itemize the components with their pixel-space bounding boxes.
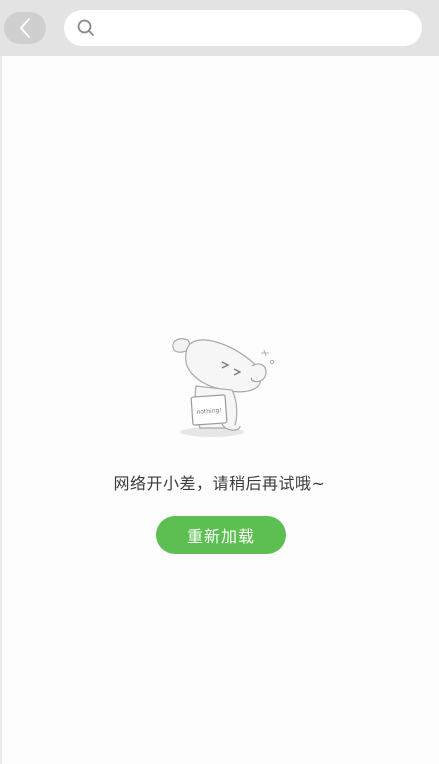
top-bar xyxy=(0,0,439,56)
back-button[interactable] xyxy=(4,12,46,44)
network-error-message: 网络开小差，请稍后再试哦~ xyxy=(113,474,326,493)
left-edge-divider xyxy=(0,56,2,764)
search-input[interactable] xyxy=(104,10,408,48)
page: nothing! 网络开小差，请稍后再试哦~ 重新加载 xyxy=(0,0,439,764)
chevron-left-icon xyxy=(20,18,30,38)
search-box[interactable] xyxy=(64,10,422,48)
reload-button[interactable]: 重新加载 xyxy=(156,516,286,554)
dog-illustration: nothing! xyxy=(172,338,275,437)
search-icon xyxy=(77,19,94,36)
